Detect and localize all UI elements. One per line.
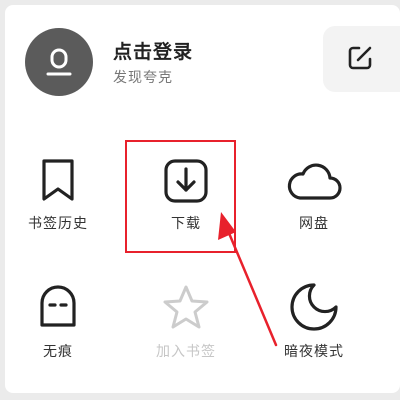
bookmark-icon	[5, 155, 113, 207]
login-title[interactable]: 点击登录	[113, 37, 193, 64]
avatar[interactable]	[25, 28, 93, 96]
grid-item-label: 书签历史	[28, 216, 88, 232]
grid-item-label: 网盘	[299, 216, 329, 232]
incognito-icon	[5, 281, 113, 333]
login-subtitle: 发现夸克	[113, 70, 173, 86]
annotation-highlight-box	[125, 140, 236, 253]
grid-item-label: 无痕	[43, 344, 73, 360]
grid-item-label: 暗夜模式	[284, 344, 344, 360]
cloud-icon	[259, 155, 369, 207]
user-avatar-icon	[46, 48, 72, 76]
edit-button[interactable]	[323, 26, 400, 92]
moon-icon	[259, 281, 369, 333]
edit-icon	[348, 46, 372, 70]
star-icon	[131, 281, 241, 333]
grid-item-label: 加入书签	[156, 344, 216, 360]
